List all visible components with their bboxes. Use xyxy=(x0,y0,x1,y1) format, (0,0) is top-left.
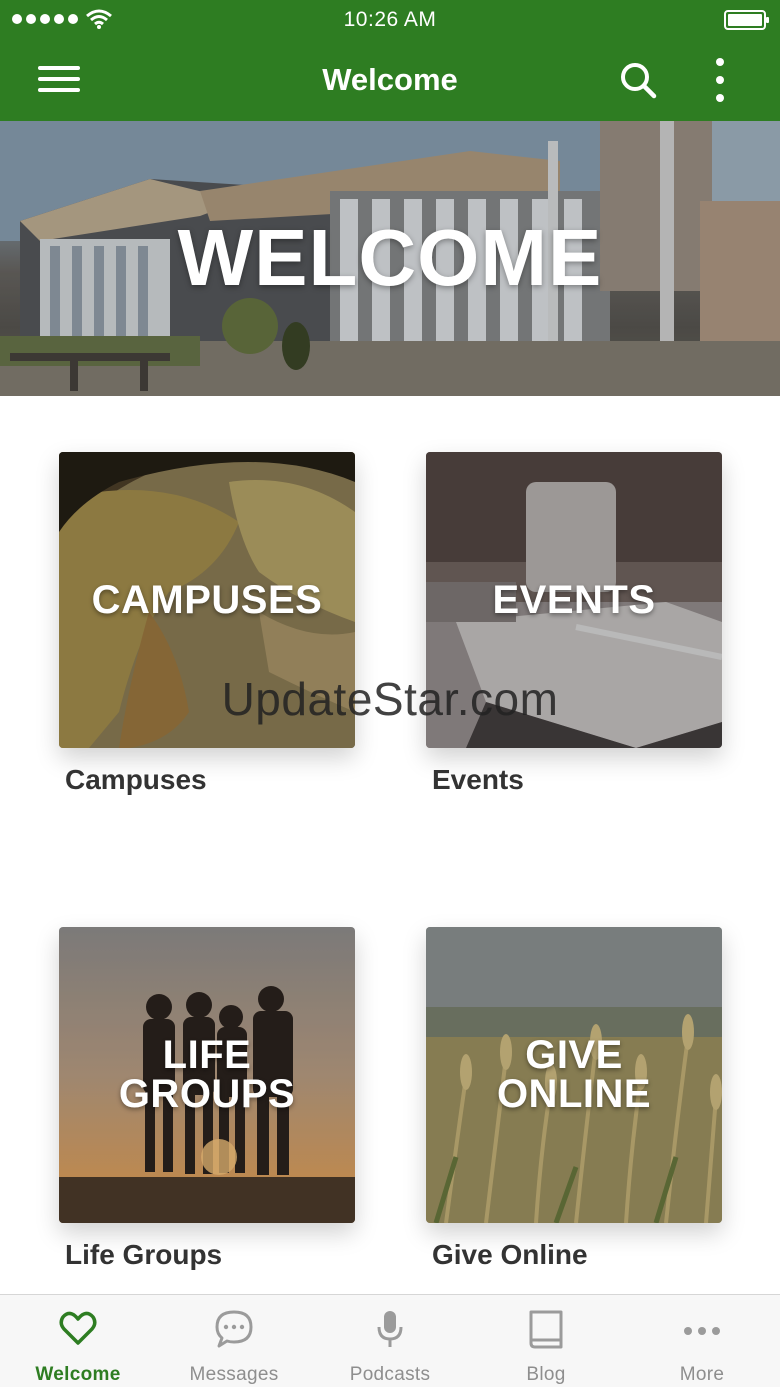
tab-label: Messages xyxy=(189,1364,279,1385)
overflow-menu-icon[interactable] xyxy=(708,58,732,102)
tab-label: Podcasts xyxy=(349,1364,431,1385)
battery-icon xyxy=(724,10,769,30)
microphone-icon xyxy=(377,1311,403,1347)
book-icon xyxy=(529,1310,563,1349)
tile-overlay-title: GIVE ONLINE xyxy=(496,1033,652,1116)
page-title: Welcome xyxy=(322,62,458,97)
navigation-bar: Welcome xyxy=(0,40,780,121)
tab-podcasts[interactable]: Podcasts xyxy=(312,1295,468,1387)
hamburger-menu-icon[interactable] xyxy=(38,66,82,96)
tab-welcome[interactable]: Welcome xyxy=(0,1295,156,1387)
tile-caption: Give Online xyxy=(432,1239,588,1270)
tab-label: Blog xyxy=(526,1364,566,1385)
tile-caption: Events xyxy=(432,764,524,795)
ellipsis-icon xyxy=(684,1327,720,1335)
tab-blog[interactable]: Blog xyxy=(468,1295,624,1387)
chat-bubble-icon xyxy=(215,1310,253,1348)
status-bar: 10:26 AM xyxy=(0,0,780,40)
tab-more[interactable]: More xyxy=(624,1295,780,1387)
tile-overlay-title: EVENTS xyxy=(492,577,656,622)
tab-bar: Welcome Messages Podcasts Blog More xyxy=(0,1294,780,1387)
tab-label: Welcome xyxy=(35,1364,121,1385)
search-icon[interactable] xyxy=(618,60,658,100)
hero-title: WELCOME xyxy=(177,213,603,302)
tab-messages[interactable]: Messages xyxy=(156,1295,312,1387)
tile-overlay-title: CAMPUSES xyxy=(91,577,323,622)
tab-label: More xyxy=(679,1364,725,1385)
hero-banner: WELCOME xyxy=(0,121,780,396)
heart-icon xyxy=(59,1311,97,1345)
status-time: 10:26 AM xyxy=(343,8,437,31)
tile-caption: Life Groups xyxy=(65,1239,223,1270)
tile-caption: Campuses xyxy=(65,764,207,795)
tile-overlay-title: LIFE GROUPS xyxy=(118,1033,296,1116)
